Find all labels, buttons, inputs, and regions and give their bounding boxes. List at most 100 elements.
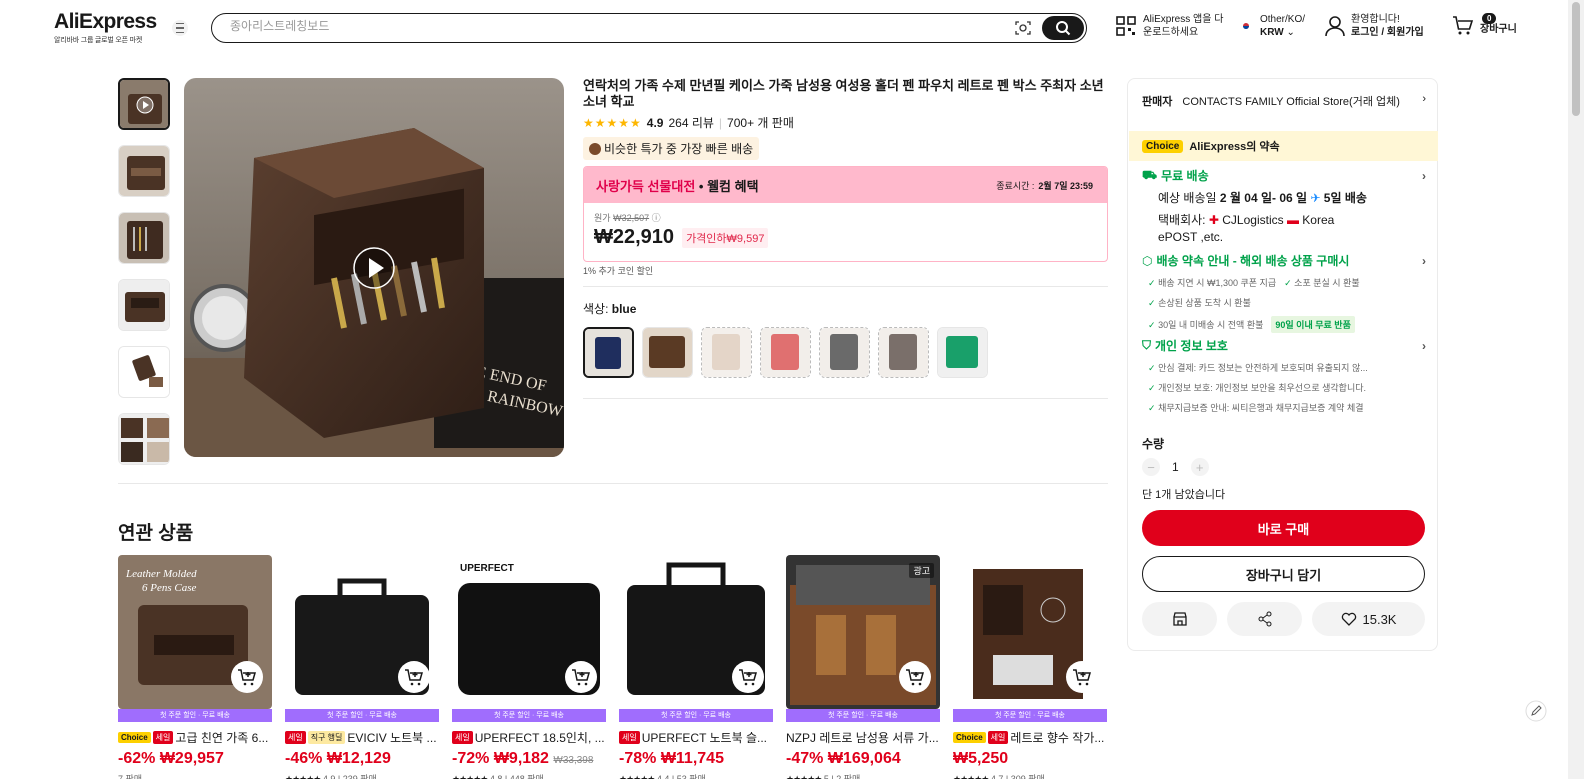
product-price: ₩9,182 bbox=[493, 750, 549, 767]
wishlist-button[interactable]: 15.3K bbox=[1312, 602, 1425, 636]
add-to-cart-icon[interactable] bbox=[732, 661, 764, 693]
share-button[interactable] bbox=[1227, 602, 1302, 636]
edit-icon[interactable] bbox=[1525, 700, 1547, 722]
thumbnail-image[interactable] bbox=[118, 346, 170, 398]
add-to-cart-icon[interactable] bbox=[565, 661, 597, 693]
add-to-cart-button[interactable]: 장바구니 담기 bbox=[1142, 556, 1425, 592]
carrier-korea: Korea bbox=[1302, 213, 1335, 227]
product-image[interactable] bbox=[285, 555, 439, 709]
carrier-cj: CJLogistics bbox=[1222, 213, 1284, 227]
check-icon: ✓ bbox=[1284, 278, 1292, 288]
main-product-image[interactable]: THE END OF THE RAINBOW bbox=[184, 78, 564, 457]
search-button[interactable] bbox=[1042, 16, 1084, 40]
account-menu[interactable]: 환영합니다! 로그인 / 회원가입 bbox=[1325, 13, 1424, 39]
rating-row[interactable]: ★★★★★ 4.9 264 리뷰 | 700+ 개 판매 bbox=[583, 114, 794, 131]
product-card[interactable]: 첫 주문 할인 · 무료 배송 세일 직구 행딜 EVICIV 노트북 ... -4… bbox=[285, 555, 439, 779]
product-image[interactable] bbox=[619, 555, 773, 709]
swatch-brown[interactable] bbox=[642, 327, 693, 378]
swatch-taupe[interactable] bbox=[878, 327, 929, 378]
product-discount: -78% bbox=[619, 750, 657, 767]
product-card[interactable]: UPERFECT 첫 주문 할인 · 무료 배송 세일 UPERFECT 18.5… bbox=[452, 555, 606, 779]
review-count[interactable]: 264 리뷰 bbox=[668, 114, 713, 131]
color-label: 색상: blue bbox=[583, 300, 636, 317]
promo-suffix: • 웰컴 혜택 bbox=[695, 178, 759, 194]
shipping-section[interactable]: ⛟ 무료 배송 › 예상 배송일 2 월 04 일- 06 일 ✈ 5일 배송 택배… bbox=[1142, 167, 1426, 245]
product-image[interactable]: Leather Molded 6 Pens Case bbox=[118, 555, 272, 709]
star-rating-icon: ★★★★★ bbox=[953, 774, 989, 779]
store-button[interactable] bbox=[1142, 602, 1217, 636]
product-name-row[interactable]: Choice 세일 레트로 향수 작가... bbox=[953, 729, 1107, 746]
plane-icon: ✈ bbox=[1310, 191, 1321, 205]
product-name-row[interactable]: 세일 직구 행딜 EVICIV 노트북 ... bbox=[285, 729, 439, 746]
add-to-cart-icon[interactable] bbox=[398, 661, 430, 693]
swatch-gray[interactable] bbox=[819, 327, 870, 378]
add-to-cart-icon[interactable] bbox=[1066, 661, 1098, 693]
search-input[interactable] bbox=[230, 19, 990, 33]
seller-row[interactable]: 판매자 CONTACTS FAMILY Official Store(거래 업체… bbox=[1142, 93, 1426, 109]
color-swatches bbox=[583, 327, 988, 378]
product-card[interactable]: Leather Molded 6 Pens Case 첫 주문 할인 · 무료 배… bbox=[118, 555, 272, 779]
product-card[interactable]: 첫 주문 할인 · 무료 배송 세일 UPERFECT 노트북 슬... -78%… bbox=[619, 555, 773, 779]
thumbnail-image[interactable] bbox=[118, 413, 170, 465]
product-sold-row: ★★★★★ 5 | 2 판매 bbox=[786, 772, 940, 779]
camera-search-icon[interactable] bbox=[1015, 20, 1031, 36]
truck-icon: ⛟ bbox=[1142, 167, 1158, 182]
product-discount: -46% bbox=[285, 750, 323, 767]
app-line2: 운로드하세요 bbox=[1143, 27, 1199, 38]
swatch-blue[interactable] bbox=[583, 327, 634, 378]
svg-text:Leather Molded: Leather Molded bbox=[125, 568, 197, 580]
seller-name[interactable]: CONTACTS FAMILY Official Store(거래 업체) bbox=[1182, 93, 1400, 109]
product-sold-row: ★★★★★ 4.8 | 448 판매 bbox=[452, 772, 606, 779]
quantity-value[interactable]: 1 bbox=[1172, 460, 1179, 474]
swatch-green[interactable] bbox=[937, 327, 988, 378]
product-card[interactable]: 첫 주문 할인 · 무료 배송 Choice 세일 레트로 향수 작가... ₩5,… bbox=[953, 555, 1107, 779]
add-to-cart-icon[interactable] bbox=[231, 661, 263, 693]
orig-price-value: ₩32,507 bbox=[613, 213, 650, 223]
promo-ribbon: 첫 주문 할인 · 무료 배송 bbox=[452, 709, 606, 722]
region-selector[interactable]: Other/KO/KRW ⌄ bbox=[1238, 13, 1305, 39]
product-sold: 239 판매 bbox=[342, 774, 377, 779]
increment-button[interactable]: + bbox=[1190, 458, 1209, 476]
promise-item: 배송 지연 시 ₩1,300 쿠폰 지급 bbox=[1158, 278, 1277, 288]
swatch-beige[interactable] bbox=[701, 327, 752, 378]
star-rating-icon: ★★★★★ bbox=[583, 115, 642, 130]
menu-icon[interactable] bbox=[172, 20, 188, 36]
aliexpress-logo[interactable]: AliExpress 알리바바 그룹 글로벌 오픈 마켓 bbox=[54, 10, 157, 45]
delivery-promise-section[interactable]: ⬡ 배송 약속 안내 - 해외 배송 상품 구매시 › ✓ 배송 지연 시 ₩1,3… bbox=[1142, 252, 1426, 333]
product-card[interactable]: 광고 첫 주문 할인 · 무료 배송 NZPJ 레트로 남성용 서류 가... … bbox=[786, 555, 940, 779]
thumbnail-video[interactable] bbox=[118, 78, 170, 130]
promo-brand: 사랑가득 선물대전 bbox=[596, 178, 696, 194]
seller-label: 판매자 bbox=[1142, 96, 1173, 108]
swatch-red[interactable] bbox=[760, 327, 811, 378]
thumbnail-image[interactable] bbox=[118, 279, 170, 331]
decrement-button[interactable]: − bbox=[1142, 458, 1160, 476]
thumbnail-image[interactable] bbox=[118, 212, 170, 264]
thumbnail-image[interactable] bbox=[118, 145, 170, 197]
product-price-row: -62% ₩29,957 bbox=[118, 750, 272, 768]
product-rating: 4.7 bbox=[990, 774, 1004, 779]
scrollbar[interactable] bbox=[1568, 0, 1584, 779]
add-to-cart-icon[interactable] bbox=[899, 661, 931, 693]
product-image[interactable]: 광고 bbox=[786, 555, 940, 709]
product-price: ₩5,250 bbox=[953, 750, 1009, 767]
product-name-row[interactable]: NZPJ 레트로 남성용 서류 가... bbox=[786, 729, 940, 746]
product-name-row[interactable]: 세일 UPERFECT 18.5인치, ... bbox=[452, 729, 606, 746]
promise-title: 배송 약속 안내 - 해외 배송 상품 구매시 bbox=[1156, 254, 1350, 268]
product-sold: 2 판매 bbox=[836, 774, 861, 779]
buy-now-button[interactable]: 바로 구매 bbox=[1142, 510, 1425, 546]
app-download[interactable]: AliExpress 앱을 다 운로드하세요 bbox=[1115, 13, 1223, 39]
privacy-section[interactable]: ⛉ 개인 정보 보호 › ✓ 안심 결제: 카드 정보는 안전하게 보호되며 유출되… bbox=[1142, 337, 1426, 414]
discount-badge: 가격인하₩9,597 bbox=[682, 227, 769, 248]
fast-badge-text: 비슷한 특가 중 가장 빠른 배송 bbox=[604, 142, 754, 156]
product-name-row[interactable]: Choice 세일 고급 친연 가족 6... bbox=[118, 729, 272, 746]
info-icon[interactable]: ⓘ bbox=[652, 213, 661, 223]
product-image[interactable] bbox=[953, 555, 1107, 709]
check-icon: ✓ bbox=[1148, 363, 1156, 373]
original-price: 원가 ₩32,507 ⓘ bbox=[594, 211, 1097, 224]
promise-item: 손상된 상품 도착 시 환불 bbox=[1158, 298, 1251, 308]
product-name-row[interactable]: 세일 UPERFECT 노트북 슬... bbox=[619, 729, 773, 746]
product-price-row: -72% ₩9,182 ₩33,398 bbox=[452, 750, 606, 768]
product-image[interactable]: UPERFECT bbox=[452, 555, 606, 709]
product-tag: 세일 bbox=[285, 731, 306, 744]
privacy-title: 개인 정보 보호 bbox=[1155, 339, 1228, 353]
